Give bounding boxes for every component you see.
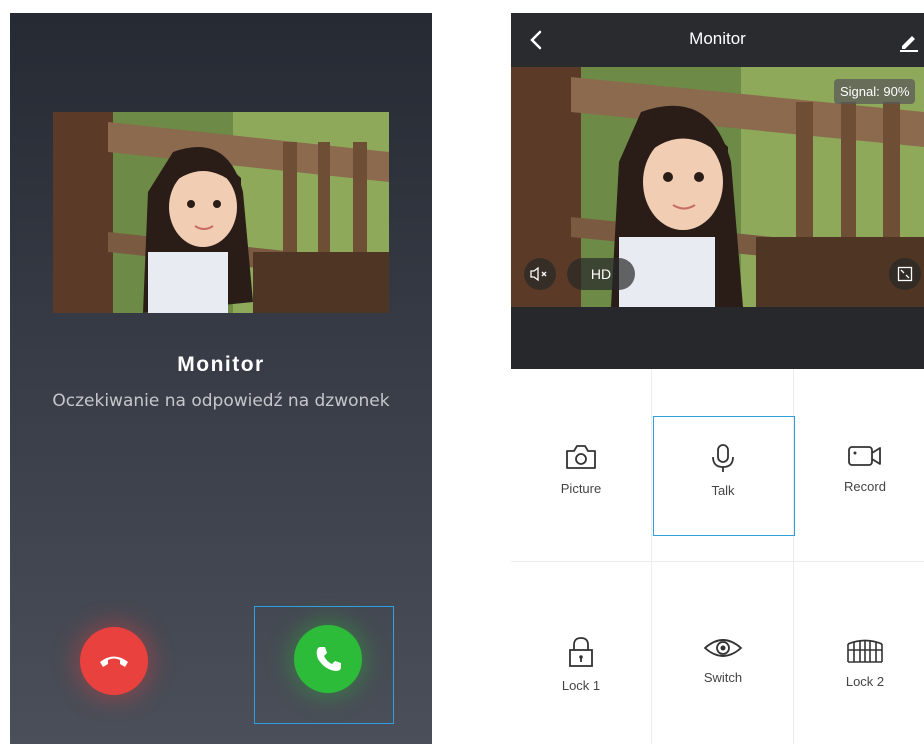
lock-1-label: Lock 1 (561, 678, 601, 693)
mute-button[interactable] (524, 258, 556, 290)
call-title: Monitor (177, 353, 265, 376)
top-bar: Monitor (511, 13, 924, 67)
record-label: Record (844, 479, 886, 494)
picture-button[interactable]: Picture (511, 369, 651, 559)
accept-highlight-frame (254, 606, 394, 724)
edit-icon (900, 36, 918, 52)
camera-icon (566, 445, 596, 469)
talk-highlight-frame (653, 416, 795, 536)
signal-badge: Signal: 90% (834, 79, 916, 104)
monitor-screen: Monitor Signal: 90% HD Picture Talk Reco… (511, 13, 924, 744)
picture-label: Picture (560, 481, 602, 496)
decline-call-button[interactable] (80, 627, 148, 695)
page-title: Monitor (689, 29, 746, 48)
incoming-call-screen: Monitor Oczekiwanie na odpowiedź na dzwo… (10, 13, 432, 744)
lock-1-button[interactable]: Lock 1 (511, 562, 651, 744)
quality-toggle[interactable]: HD (567, 258, 635, 290)
action-grid: Picture Talk Record Lock 1 Switch Lock 2 (511, 369, 924, 744)
fullscreen-icon (897, 266, 913, 282)
fullscreen-button[interactable] (889, 258, 921, 290)
video-camera-icon (848, 446, 881, 466)
lock-icon (569, 637, 593, 667)
call-status-text: Oczekiwanie na odpowiedź na dzwonek (52, 391, 390, 411)
camera-preview-image (53, 112, 389, 313)
lock-2-label: Lock 2 (845, 674, 885, 689)
edit-button[interactable] (897, 29, 921, 53)
phone-hangup-icon (100, 656, 128, 667)
record-button[interactable]: Record (795, 369, 924, 559)
switch-label: Switch (703, 670, 743, 685)
eye-icon (703, 639, 743, 657)
grid-divider (651, 369, 652, 744)
speaker-muted-icon (530, 266, 547, 282)
video-bottom-bar (511, 307, 924, 369)
switch-button[interactable]: Switch (653, 562, 793, 744)
lock-2-button[interactable]: Lock 2 (795, 562, 924, 744)
gate-icon (847, 639, 883, 663)
